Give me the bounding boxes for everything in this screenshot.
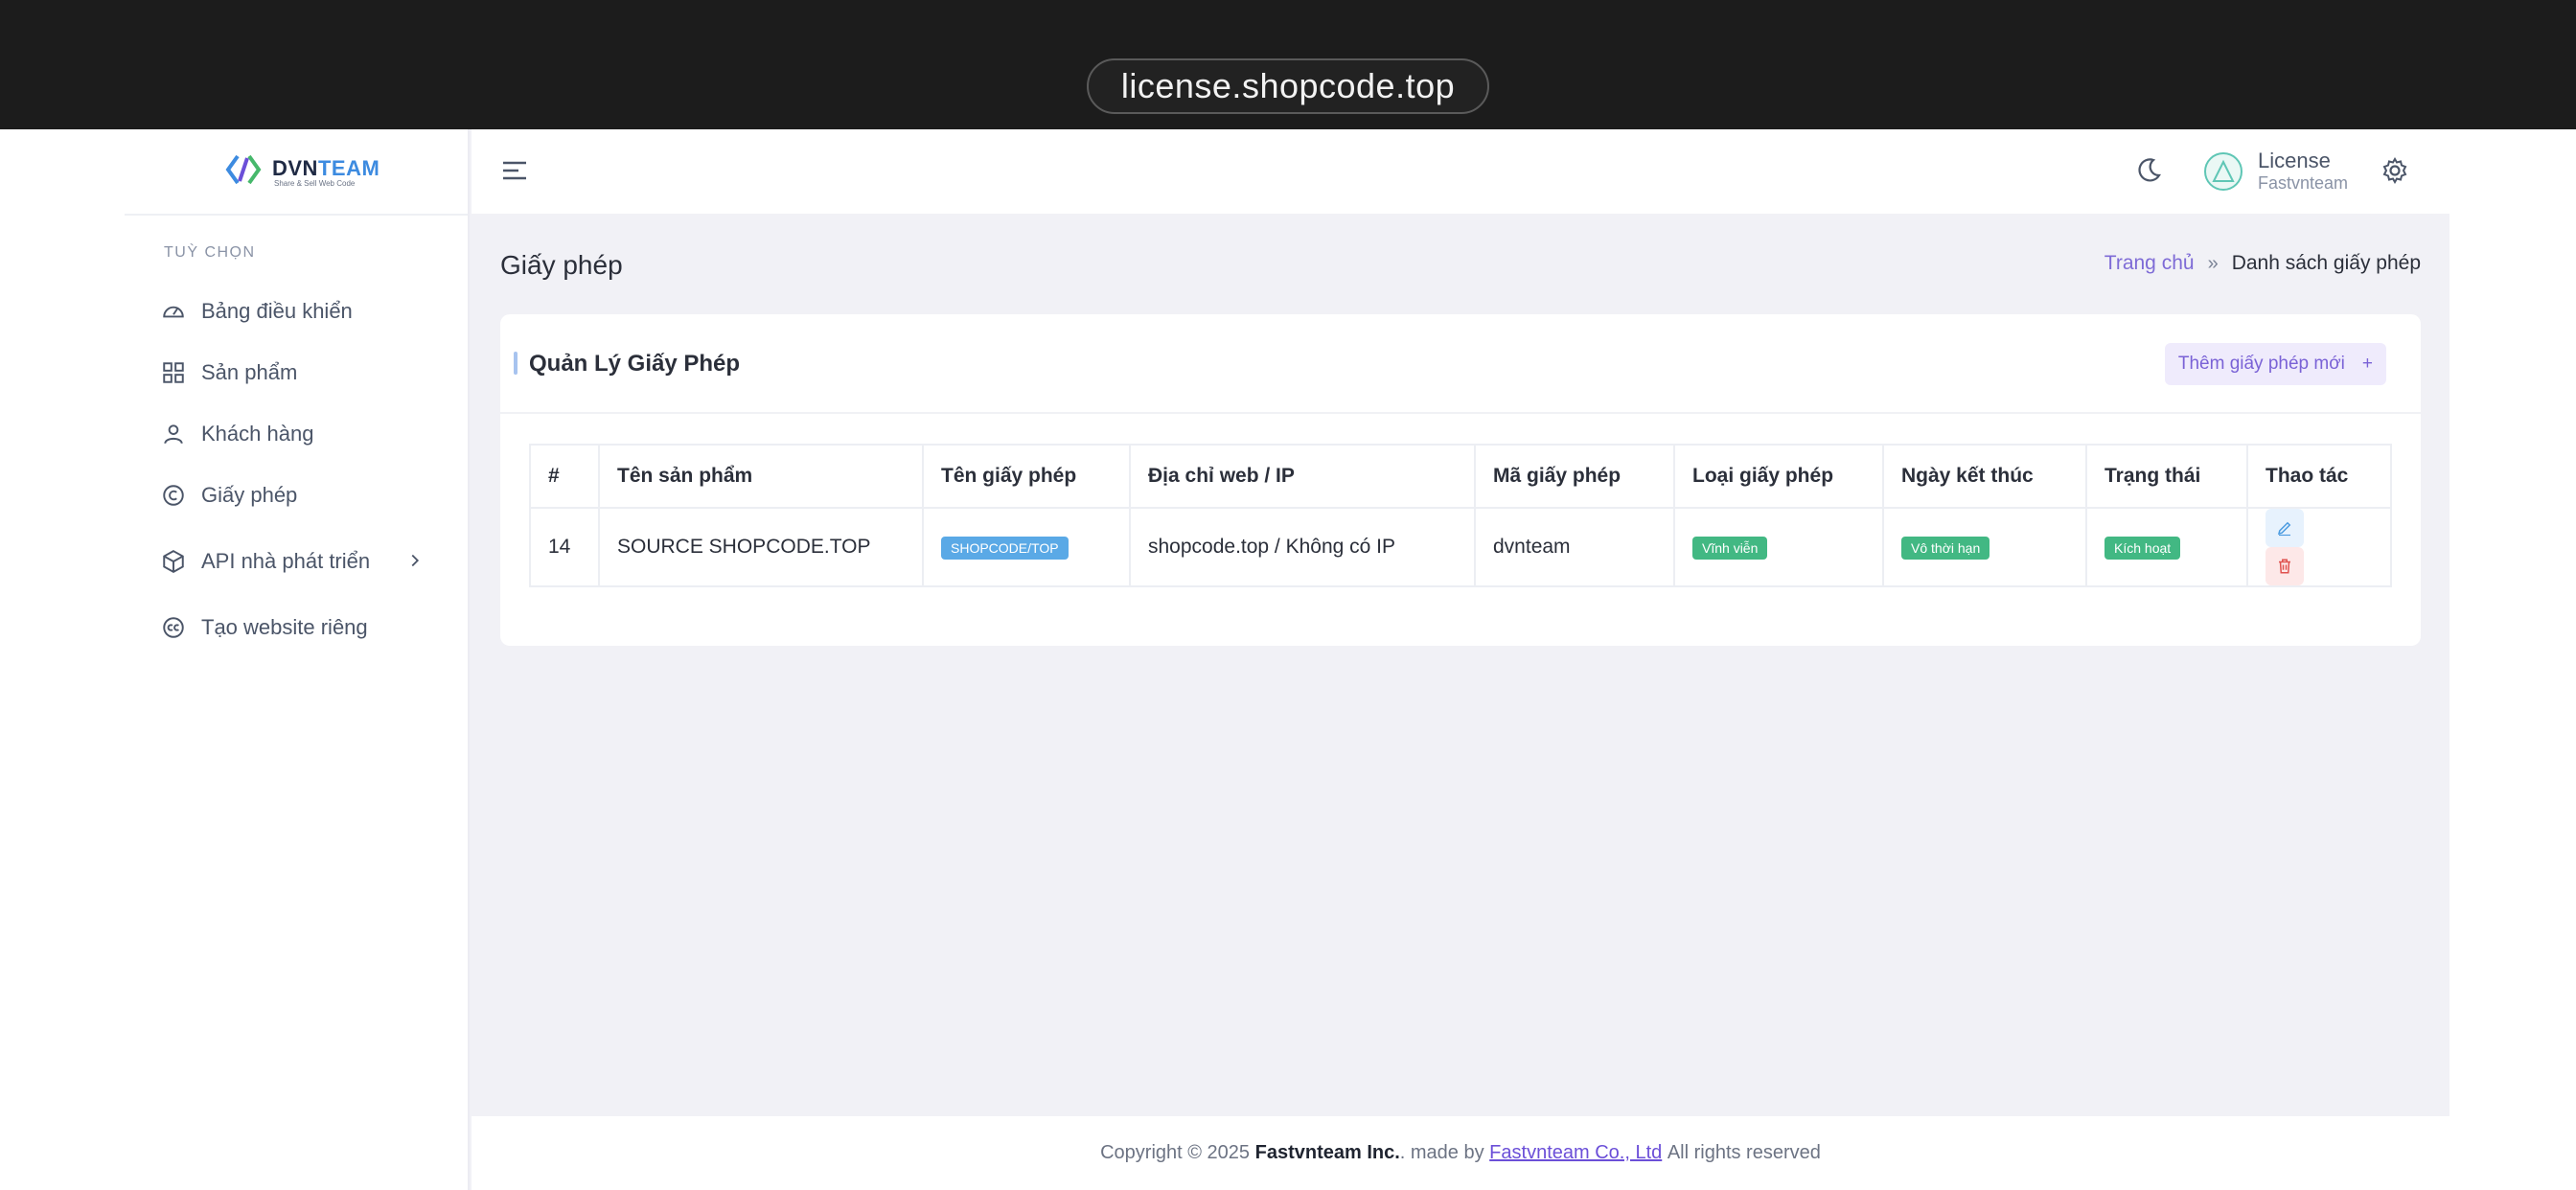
plus-icon: + (2361, 354, 2373, 374)
edit-button[interactable] (2266, 509, 2304, 547)
cell-product: SOURCE SHOPCODE.TOP (598, 507, 924, 587)
sidebar-item-developer-api[interactable]: API nhà phát triển (161, 540, 448, 583)
breadcrumb-home-link[interactable]: Trang chủ (2104, 252, 2195, 275)
avatar-icon (2212, 159, 2235, 182)
column-header: Loại giấy phép (1673, 444, 1884, 509)
moon-icon[interactable] (2134, 156, 2163, 185)
logo-text: DVNTEAM (272, 156, 380, 180)
column-header: Mã giấy phép (1474, 444, 1675, 509)
add-license-button[interactable]: Thêm giấy phép mới + (2164, 343, 2386, 385)
user-name[interactable]: License (2258, 149, 2331, 173)
cc-icon (163, 617, 184, 638)
browser-top-bar: license.shopcode.top (0, 0, 2576, 129)
cell-status: Kích hoạt (2085, 507, 2248, 587)
sidebar-item-label: API nhà phát triển (201, 549, 371, 573)
card-title-accent (514, 352, 518, 375)
cell-web-ip: shopcode.top / Không có IP (1129, 507, 1476, 587)
column-header: Tên sản phẩm (598, 444, 924, 509)
footer-made-by: . made by (1399, 1142, 1484, 1163)
cell-license-name: SHOPCODE/TOP (922, 507, 1131, 587)
menu-section-label: TUỲ CHỌN (164, 244, 256, 261)
footer-copyright: Copyright © 2025 (1100, 1142, 1251, 1163)
user-subtitle: Fastvnteam (2258, 173, 2349, 193)
sidebar-item-create-website[interactable]: Tạo website riêng (161, 606, 448, 649)
dashboard-icon (163, 306, 184, 318)
app-frame: DVNTEAM Share & Sell Web Code TUỲ CHỌN B… (125, 129, 2450, 1190)
user-icon (164, 424, 183, 445)
trash-icon (2279, 559, 2290, 574)
card-title: Quản Lý Giấy Phép (529, 351, 741, 377)
copyright-icon (163, 485, 184, 506)
breadcrumb-separator: » (2207, 252, 2219, 274)
logo[interactable]: DVNTEAM Share & Sell Web Code (125, 129, 468, 216)
footer: Copyright © 2025 Fastvnteam Inc.. made b… (472, 1116, 2450, 1190)
delete-button[interactable] (2266, 547, 2304, 585)
license-type-badge: Vĩnh viễn (1692, 536, 1768, 560)
chevron-right-icon (404, 550, 426, 571)
license-card: Quản Lý Giấy Phép Thêm giấy phép mới + #… (500, 314, 2421, 646)
add-license-label: Thêm giấy phép mới (2177, 354, 2345, 374)
column-header: Địa chỉ web / IP (1129, 444, 1476, 509)
sidebar-item-label: Bảng điều khiển (201, 299, 353, 323)
end-date-badge: Vô thời hạn (1901, 536, 1990, 560)
sidebar-item-products[interactable]: Sản phẩm (161, 352, 448, 394)
cell-actions (2246, 507, 2392, 587)
avatar[interactable] (2204, 152, 2242, 191)
breadcrumb: Trang chủ » Danh sách giấy phép (2104, 252, 2421, 275)
sidebar-item-label: Tạo website riêng (201, 615, 368, 639)
footer-company: Fastvnteam Inc. (1254, 1142, 1400, 1163)
sidebar: DVNTEAM Share & Sell Web Code TUỲ CHỌN B… (125, 129, 470, 1190)
logo-tagline: Share & Sell Web Code (274, 179, 356, 188)
cell-id: 14 (529, 507, 600, 587)
column-header: Ngày kết thúc (1882, 444, 2087, 509)
logo-mark-icon (225, 154, 262, 185)
sidebar-item-label: Giấy phép (201, 483, 298, 507)
footer-rights: All rights reserved (1667, 1142, 1821, 1163)
grid-icon (163, 362, 184, 383)
pencil-icon (2277, 521, 2291, 537)
gear-icon[interactable] (2380, 156, 2409, 185)
cell-license-code: dvnteam (1474, 507, 1675, 587)
license-table: # Tên sản phẩm Tên giấy phép Địa chỉ web… (529, 444, 2392, 587)
sidebar-item-customers[interactable]: Khách hàng (161, 413, 448, 455)
cell-end-date: Vô thời hạn (1882, 507, 2087, 587)
cell-license-type: Vĩnh viễn (1673, 507, 1884, 587)
sidebar-item-licenses[interactable]: Giấy phép (161, 474, 448, 516)
url-bar[interactable]: license.shopcode.top (1087, 58, 1489, 114)
sidebar-item-dashboard[interactable]: Bảng điều khiển (161, 290, 448, 332)
sidebar-item-label: Khách hàng (201, 422, 314, 446)
column-header: Thao tác (2246, 444, 2392, 509)
column-header: # (529, 444, 600, 509)
table-row: 14 SOURCE SHOPCODE.TOP SHOPCODE/TOP shop… (529, 507, 2392, 587)
page-title: Giấy phép (500, 250, 623, 280)
cube-icon (163, 550, 184, 573)
column-header: Tên giấy phép (922, 444, 1131, 509)
sidebar-item-label: Sản phẩm (201, 360, 298, 384)
menu-toggle-icon[interactable] (500, 156, 529, 185)
column-header: Trạng thái (2085, 444, 2248, 509)
top-header: License Fastvnteam (472, 129, 2450, 214)
card-header: Quản Lý Giấy Phép Thêm giấy phép mới + (500, 314, 2421, 414)
table-header-row: # Tên sản phẩm Tên giấy phép Địa chỉ web… (529, 444, 2392, 509)
footer-company-link[interactable]: Fastvnteam Co., Ltd (1489, 1142, 1662, 1164)
license-name-badge: SHOPCODE/TOP (941, 536, 1069, 560)
breadcrumb-current: Danh sách giấy phép (2231, 252, 2421, 274)
status-badge: Kích hoạt (2104, 536, 2181, 560)
